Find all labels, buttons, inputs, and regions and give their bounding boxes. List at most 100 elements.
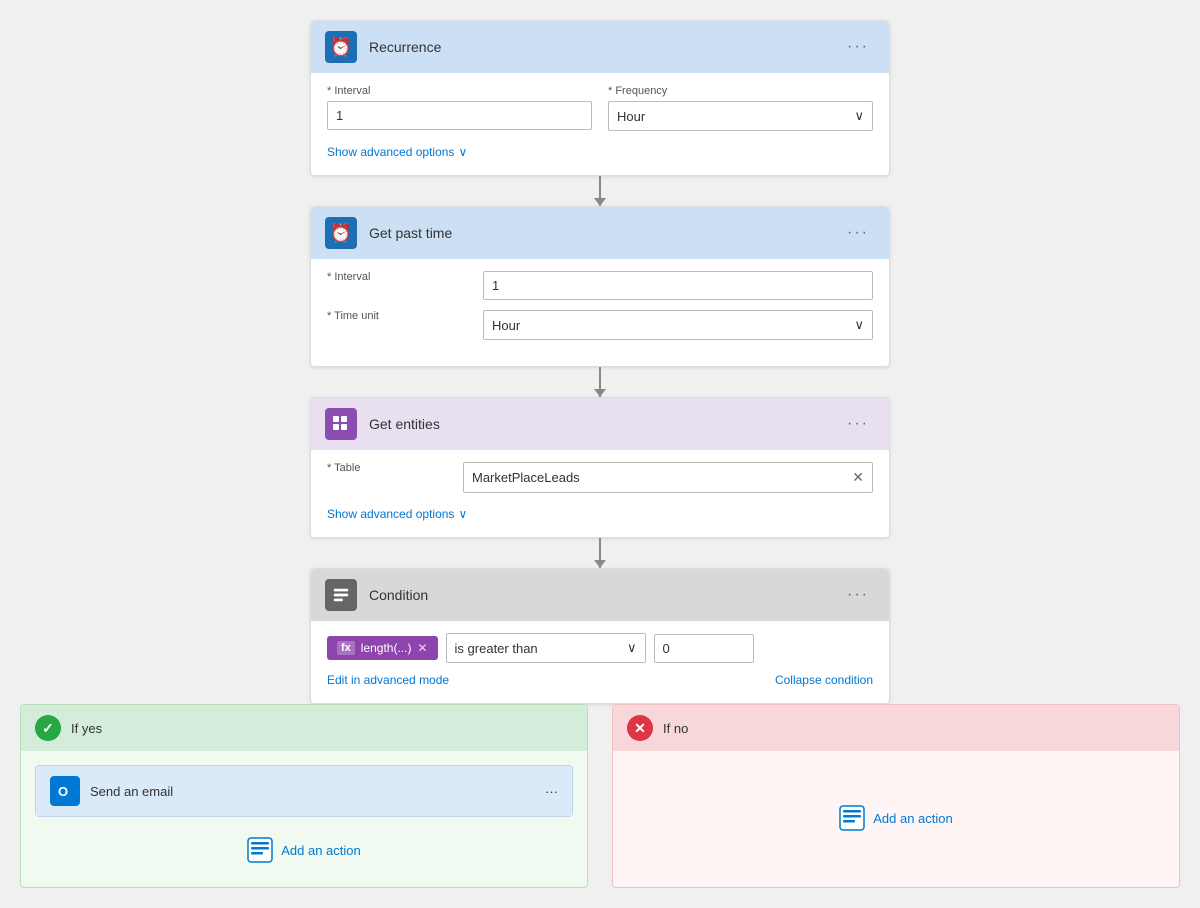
show-advanced-label: Show advanced options xyxy=(327,145,454,159)
if-yes-header: ✓ If yes xyxy=(21,705,587,751)
getentities-chevron-icon: ∨ xyxy=(458,507,467,521)
operator-value: is greater than xyxy=(455,641,538,656)
table-label-group: * Table xyxy=(327,462,447,493)
condition-header: Condition ··· xyxy=(311,569,889,621)
fx-chip[interactable]: fx length(...) ✕ xyxy=(327,636,438,660)
getentities-show-advanced[interactable]: Show advanced options ∨ xyxy=(327,507,467,521)
getentities-body: * Table MarketPlaceLeads ✕ Show advanced… xyxy=(311,450,889,537)
if-yes-branch: ✓ If yes O Send an email ··· xyxy=(20,704,588,888)
connector-2 xyxy=(599,367,601,397)
recurrence-body: * Interval * Frequency Hour ∨ Show advan… xyxy=(311,73,889,175)
fx-text: length(...) xyxy=(361,641,412,655)
clock-icon-2: ⏰ xyxy=(330,223,352,244)
outlook-icon: O xyxy=(50,776,80,806)
edit-advanced-link[interactable]: Edit in advanced mode xyxy=(327,673,449,687)
table-value: MarketPlaceLeads xyxy=(472,470,580,485)
send-email-title: Send an email xyxy=(90,784,545,799)
gpt-timeunit-label-group: * Time unit xyxy=(327,310,467,340)
recurrence-show-advanced[interactable]: Show advanced options ∨ xyxy=(327,145,467,159)
interval-field-group: * Interval xyxy=(327,85,592,131)
gpt-timeunit-value: Hour xyxy=(492,318,520,333)
gpt-interval-input-group xyxy=(483,271,873,300)
if-no-add-action-label: Add an action xyxy=(873,811,953,826)
gpt-timeunit-select[interactable]: Hour ∨ xyxy=(483,310,873,340)
interval-input[interactable] xyxy=(327,101,592,130)
condition-links: Edit in advanced mode Collapse condition xyxy=(327,673,873,687)
svg-text:O: O xyxy=(58,784,68,799)
getentities-icon-circle xyxy=(325,408,357,440)
if-no-body: Add an action xyxy=(613,751,1179,885)
clock-icon: ⏰ xyxy=(330,37,352,58)
add-action-icon-2 xyxy=(839,805,865,831)
gpt-interval-label-group: * Interval xyxy=(327,271,467,300)
gpt-timeunit-label: * Time unit xyxy=(327,310,467,322)
no-icon: ✕ xyxy=(627,715,653,741)
getpasttime-card: ⏰ Get past time ··· * Interval * Time un… xyxy=(310,206,890,367)
operator-select[interactable]: is greater than ∨ xyxy=(446,633,646,663)
frequency-select[interactable]: Hour ∨ xyxy=(608,101,873,131)
table-label: * Table xyxy=(327,462,447,474)
if-no-add-action-button[interactable]: Add an action xyxy=(627,765,1165,871)
fx-remove-button[interactable]: ✕ xyxy=(417,641,427,655)
getpasttime-icon-circle: ⏰ xyxy=(325,217,357,249)
recurrence-fields-row: * Interval * Frequency Hour ∨ xyxy=(327,85,873,131)
fx-label: fx xyxy=(337,641,355,655)
frequency-label: * Frequency xyxy=(608,85,873,97)
getpasttime-title: Get past time xyxy=(369,225,841,241)
condition-icon-circle xyxy=(325,579,357,611)
advanced-chevron-icon: ∨ xyxy=(458,145,467,159)
interval-label: * Interval xyxy=(327,85,592,97)
recurrence-icon-circle: ⏰ xyxy=(325,31,357,63)
gpt-interval-label: * Interval xyxy=(327,271,467,283)
branches-section: ✓ If yes O Send an email ··· xyxy=(10,704,1190,888)
getentities-header: Get entities ··· xyxy=(311,398,889,450)
condition-more-button[interactable]: ··· xyxy=(841,584,875,606)
frequency-value: Hour xyxy=(617,109,645,124)
outlook-logo-icon: O xyxy=(54,780,76,802)
collapse-condition-link[interactable]: Collapse condition xyxy=(775,673,873,687)
getentities-table-row: * Table MarketPlaceLeads ✕ xyxy=(327,462,873,493)
gpt-timeunit-select-group: Hour ∨ xyxy=(483,310,873,340)
if-yes-body: O Send an email ··· Add an xyxy=(21,751,587,887)
recurrence-more-button[interactable]: ··· xyxy=(841,36,875,58)
getpasttime-body: * Interval * Time unit Hour ∨ xyxy=(311,259,889,366)
getentities-title: Get entities xyxy=(369,416,841,432)
connector-3 xyxy=(599,538,601,568)
if-no-branch: ✕ If no Add an action xyxy=(612,704,1180,888)
gpt-interval-input[interactable] xyxy=(483,271,873,300)
operator-chevron-icon: ∨ xyxy=(627,640,637,656)
send-email-card: O Send an email ··· xyxy=(35,765,573,817)
condition-title: Condition xyxy=(369,587,841,603)
send-email-header: O Send an email ··· xyxy=(36,766,572,816)
if-yes-add-action-label: Add an action xyxy=(281,843,361,858)
recurrence-title: Recurrence xyxy=(369,39,841,55)
if-yes-title: If yes xyxy=(71,721,102,736)
grid-icon xyxy=(332,415,350,433)
send-email-more-button[interactable]: ··· xyxy=(545,784,558,799)
condition-icon xyxy=(332,586,350,604)
getentities-advanced-label: Show advanced options xyxy=(327,507,454,521)
getpasttime-interval-row: * Interval xyxy=(327,271,873,300)
condition-expression-row: fx length(...) ✕ is greater than ∨ xyxy=(327,633,873,663)
yes-icon: ✓ xyxy=(35,715,61,741)
condition-card: Condition ··· fx length(...) ✕ is greate… xyxy=(310,568,890,704)
frequency-field-group: * Frequency Hour ∨ xyxy=(608,85,873,131)
recurrence-header: ⏰ Recurrence ··· xyxy=(311,21,889,73)
if-yes-add-action-button[interactable]: Add an action xyxy=(35,827,573,873)
gpt-chevron-icon: ∨ xyxy=(854,317,864,333)
getpasttime-header: ⏰ Get past time ··· xyxy=(311,207,889,259)
getpasttime-more-button[interactable]: ··· xyxy=(841,222,875,244)
if-no-header: ✕ If no xyxy=(613,705,1179,751)
connector-1 xyxy=(599,176,601,206)
if-no-title: If no xyxy=(663,721,688,736)
getpasttime-timeunit-row: * Time unit Hour ∨ xyxy=(327,310,873,340)
comparator-input[interactable] xyxy=(654,634,754,663)
getentities-more-button[interactable]: ··· xyxy=(841,413,875,435)
chevron-down-icon: ∨ xyxy=(854,108,864,124)
getentities-card: Get entities ··· * Table MarketPlaceLead… xyxy=(310,397,890,538)
table-value-container: MarketPlaceLeads ✕ xyxy=(463,462,873,493)
table-clear-button[interactable]: ✕ xyxy=(852,469,864,486)
recurrence-card: ⏰ Recurrence ··· * Interval * Frequency … xyxy=(310,20,890,176)
condition-body: fx length(...) ✕ is greater than ∨ Edit … xyxy=(311,621,889,703)
add-action-icon xyxy=(247,837,273,863)
